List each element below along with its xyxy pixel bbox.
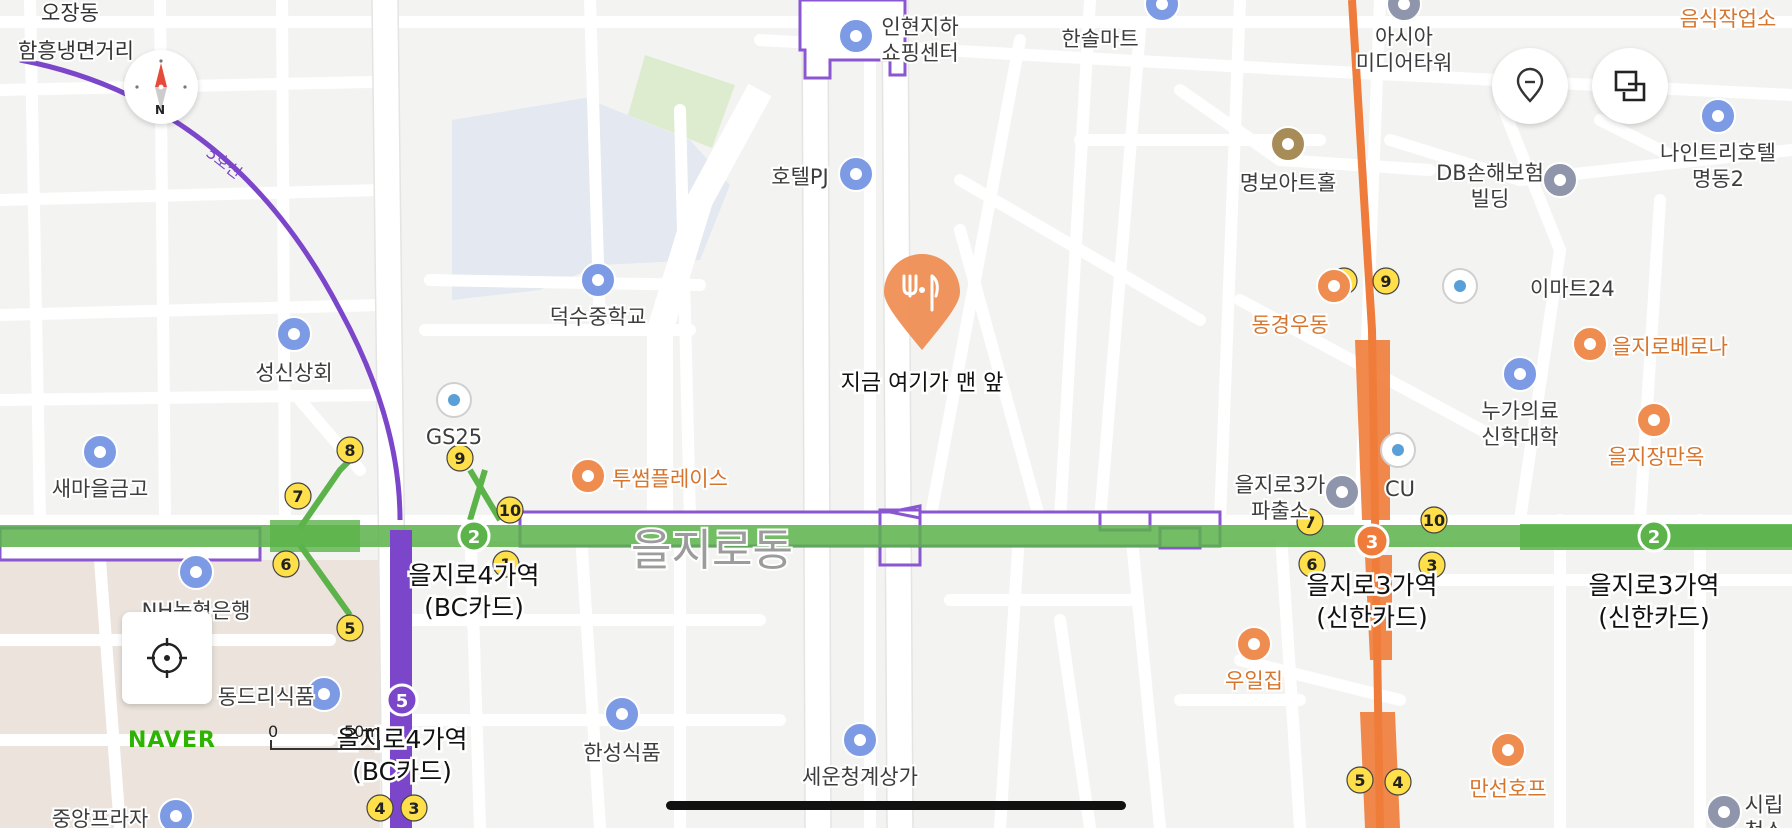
exit-marker: 5 xyxy=(1346,766,1374,794)
bank-icon xyxy=(178,554,214,590)
exit-marker: 8 xyxy=(336,436,364,464)
map-layers-button[interactable] xyxy=(1592,48,1668,124)
svg-text:9: 9 xyxy=(454,449,465,468)
crosshair-icon xyxy=(147,638,187,678)
pin-outline-icon xyxy=(1516,67,1544,103)
svg-text:4: 4 xyxy=(374,799,385,818)
school-icon xyxy=(580,262,616,298)
svg-text:5: 5 xyxy=(1354,771,1365,790)
exit-marker: 6 xyxy=(272,550,300,578)
svg-text:이마트24: 이마트24 xyxy=(1530,277,1615,301)
svg-text:호텔PJ: 호텔PJ xyxy=(771,165,829,189)
scale-distance: 50m xyxy=(344,722,380,741)
station-marker-line3[interactable]: 3 xyxy=(1354,523,1390,559)
exit-marker: 7 xyxy=(284,482,312,510)
poi-building[interactable]: 시립청소 xyxy=(1706,791,1785,828)
svg-text:오장동: 오장동 xyxy=(41,1,99,25)
shopping-icon xyxy=(838,18,874,54)
svg-text:음식작업소: 음식작업소 xyxy=(1680,7,1777,31)
home-indicator xyxy=(666,801,1126,810)
svg-text:7: 7 xyxy=(292,487,303,506)
svg-text:8: 8 xyxy=(344,441,355,460)
svg-text:중앙프라자: 중앙프라자 xyxy=(52,807,149,828)
svg-text:CU: CU xyxy=(1385,477,1415,501)
svg-text:만선호프: 만선호프 xyxy=(1469,777,1546,801)
station-marker-line2[interactable]: 2 xyxy=(457,519,491,553)
exit-marker: 5 xyxy=(336,614,364,642)
svg-text:10: 10 xyxy=(499,501,521,520)
pub-icon xyxy=(1490,732,1526,768)
naver-logo: NAVER xyxy=(128,728,216,753)
scale-zero: 0 xyxy=(268,722,279,741)
convenience-icon xyxy=(1380,432,1416,468)
svg-text:투썸플레이스: 투썸플레이스 xyxy=(612,467,728,491)
poi-area[interactable]: 함흥냉면거리 xyxy=(16,37,136,65)
exit-marker: 4 xyxy=(366,794,394,822)
exit-marker: 10 xyxy=(496,496,524,524)
svg-text:한솔마트: 한솔마트 xyxy=(1061,27,1138,51)
exit-marker: 4 xyxy=(1384,768,1412,796)
svg-text:함흥냉면거리: 함흥냉면거리 xyxy=(18,39,134,63)
station-marker-line2-east[interactable]: 2 xyxy=(1637,519,1671,553)
svg-text:세운청계상가: 세운청계상가 xyxy=(802,765,918,789)
food-icon xyxy=(1316,268,1352,304)
station-marker-line5[interactable]: 5 xyxy=(385,683,419,717)
svg-text:5: 5 xyxy=(396,691,409,712)
svg-text:성신상회: 성신상회 xyxy=(255,361,332,385)
police-icon xyxy=(1324,474,1360,510)
school-icon xyxy=(1502,356,1538,392)
scale-bar: 0 50m xyxy=(268,722,398,750)
svg-text:우일집: 우일집 xyxy=(1225,669,1283,693)
shopping-icon xyxy=(842,722,878,758)
convenience-icon xyxy=(1442,268,1478,304)
svg-text:을지장만옥: 을지장만옥 xyxy=(1608,445,1705,469)
compass-north-label: N xyxy=(155,103,166,117)
svg-text:5: 5 xyxy=(344,619,355,638)
svg-text:을지로베로나: 을지로베로나 xyxy=(1612,335,1728,359)
culture-icon xyxy=(1270,126,1306,162)
place-pin-button[interactable] xyxy=(1492,48,1568,124)
poi-food[interactable]: 음식작업소 xyxy=(1678,5,1779,33)
building-icon xyxy=(1706,794,1742,828)
svg-text:동드리식품: 동드리식품 xyxy=(218,685,315,709)
hotel-icon xyxy=(838,156,874,192)
building-icon xyxy=(1542,162,1578,198)
exit-marker: 3 xyxy=(400,794,428,822)
shopping-icon xyxy=(158,798,194,828)
svg-text:GS25: GS25 xyxy=(426,425,482,449)
district-label: 을지로동 xyxy=(631,525,793,576)
bank-icon xyxy=(82,434,118,470)
destination-label: 지금 여기가 맨 앞 xyxy=(841,371,1004,396)
svg-text:10: 10 xyxy=(1423,511,1445,530)
shopping-icon xyxy=(604,696,640,732)
current-location-button[interactable] xyxy=(122,612,212,704)
layers-icon xyxy=(1614,70,1646,102)
svg-text:2: 2 xyxy=(1648,527,1661,548)
svg-text:9: 9 xyxy=(1380,272,1391,291)
svg-text:새마을금고: 새마을금고 xyxy=(52,477,149,501)
svg-text:한성식품: 한성식품 xyxy=(583,741,660,765)
svg-text:덕수중학교: 덕수중학교 xyxy=(550,305,647,329)
shopping-icon xyxy=(276,316,312,352)
svg-text:시립청소: 시립청소 xyxy=(1745,793,1784,828)
svg-text:명보아트홀: 명보아트홀 xyxy=(1240,171,1337,195)
exit-marker: 10 xyxy=(1420,506,1448,534)
food-icon xyxy=(1636,402,1672,438)
svg-text:4: 4 xyxy=(1392,773,1403,792)
cafe-icon xyxy=(1572,326,1608,362)
poi-area[interactable]: 오장동 xyxy=(39,0,101,27)
svg-text:6: 6 xyxy=(280,555,291,574)
convenience-icon xyxy=(436,382,472,418)
cafe-icon xyxy=(570,458,606,494)
map-canvas[interactable]: 을지로동 5호선 2 5 3 2 8765910143763108954 을지로… xyxy=(0,0,1792,828)
svg-text:3: 3 xyxy=(408,799,419,818)
food-icon xyxy=(1236,626,1272,662)
svg-text:동경우동: 동경우동 xyxy=(1251,313,1328,337)
exit-marker: 9 xyxy=(1372,267,1400,295)
hotel-icon xyxy=(1700,98,1736,134)
svg-text:2: 2 xyxy=(468,527,481,548)
svg-text:3: 3 xyxy=(1366,532,1379,553)
